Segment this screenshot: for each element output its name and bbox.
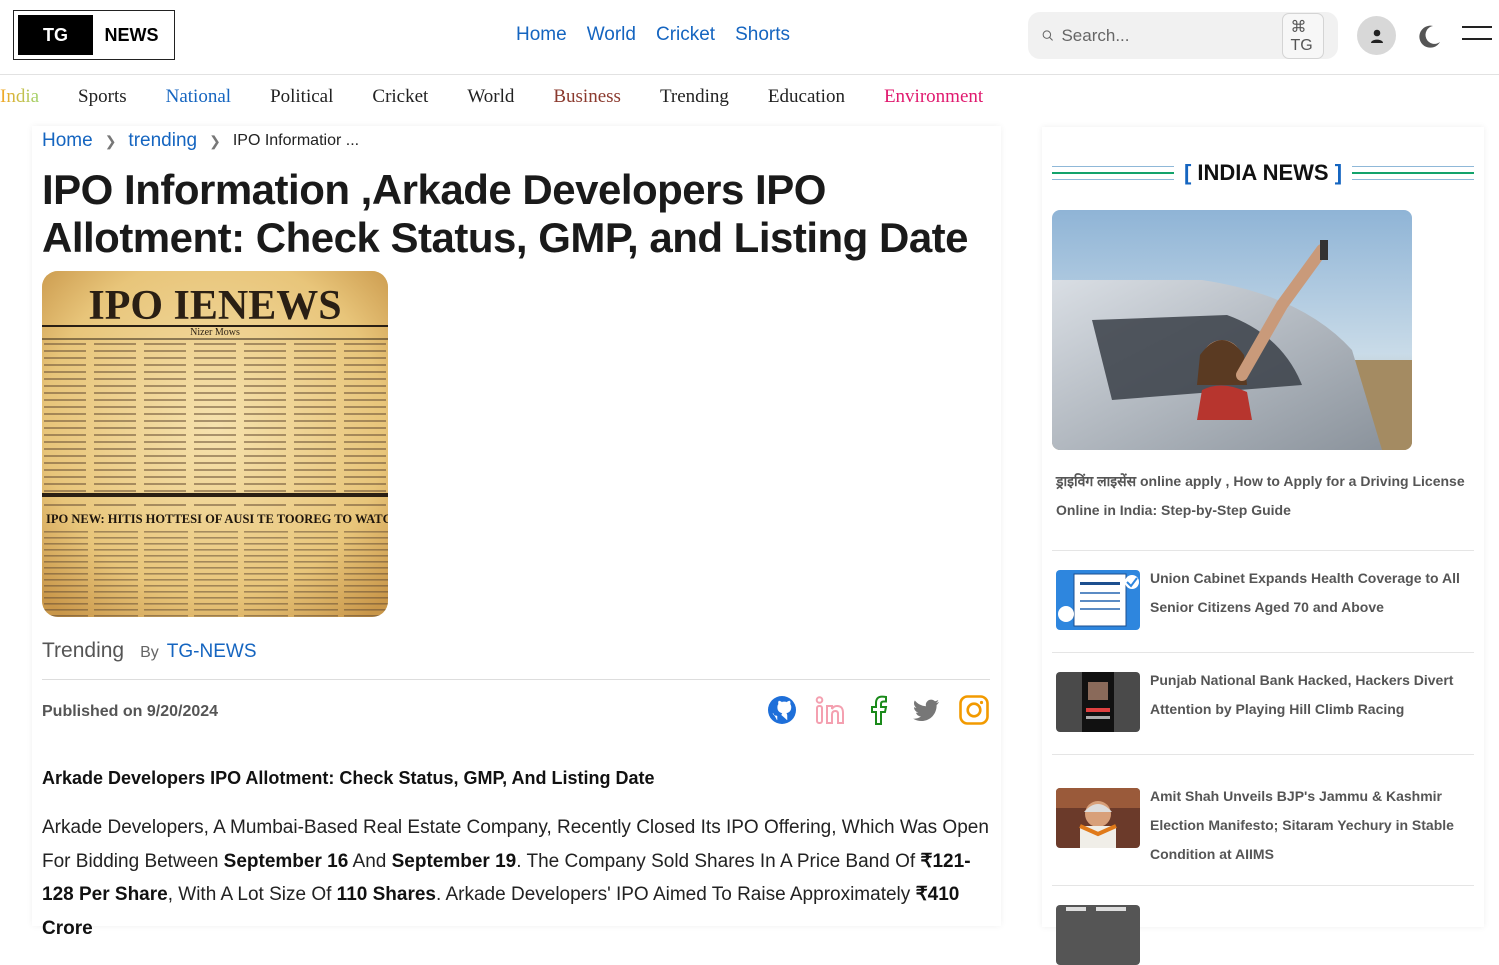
hero-headline: IPO IENEWS — [88, 283, 341, 329]
article-category: Trending — [42, 639, 125, 662]
article-body-paragraph: Arkade Developers, A Mumbai-Based Real E… — [42, 811, 997, 945]
featured-story-image[interactable] — [1052, 210, 1412, 450]
linkedin-icon[interactable] — [814, 694, 846, 726]
article-main: Home ❯ trending ❯ IPO Informatior ... IP… — [32, 126, 1001, 939]
body-bold-segment: September 19 — [391, 850, 517, 872]
story-thumbnail — [1056, 570, 1140, 630]
category-nav: India Sports National Political Cricket … — [0, 86, 1022, 108]
breadcrumb: Home ❯ trending ❯ IPO Informatior ... — [42, 130, 359, 152]
logo-news: NEWS — [104, 24, 159, 45]
site-logo[interactable]: TG NEWS — [13, 10, 175, 60]
list-item[interactable]: Amit Shah Unveils BJP's Jammu & Kashmir … — [1056, 788, 1474, 869]
search-icon — [1042, 30, 1053, 41]
category-business[interactable]: Business — [553, 86, 621, 108]
article-hero-image: IPO IENEWS Nizer Mows IPO NEW: HITIS HOT… — [42, 271, 388, 617]
category-world[interactable]: World — [467, 86, 514, 108]
chevron-right-icon: ❯ — [104, 132, 117, 149]
sidebar-heading: [ INDIA NEWS ] — [1052, 157, 1474, 189]
category-cricket[interactable]: Cricket — [372, 86, 428, 108]
divider — [1052, 754, 1474, 755]
newspaper-illustration: IPO IENEWS Nizer Mows IPO NEW: HITIS HOT… — [42, 271, 388, 617]
breadcrumb-section[interactable]: trending — [128, 130, 197, 152]
category-sports[interactable]: Sports — [78, 86, 127, 108]
breadcrumb-home[interactable]: Home — [42, 130, 93, 152]
github-icon[interactable] — [766, 694, 798, 726]
story-thumbnail — [1056, 788, 1140, 848]
story-thumbnail — [1056, 672, 1140, 732]
body-text-segment: . The Company Sold Shares In A Price Ban… — [516, 850, 921, 872]
user-icon — [1370, 29, 1383, 43]
nav-world[interactable]: World — [587, 24, 636, 46]
instagram-icon[interactable] — [958, 694, 990, 726]
category-political[interactable]: Political — [270, 86, 333, 108]
story-thumbnail — [1056, 905, 1140, 965]
list-item[interactable] — [1056, 905, 1474, 965]
site-header: TG NEWS Home World Cricket Shorts ⌘ TG — [0, 0, 1499, 75]
body-text-segment: . Arkade Developers' IPO Aimed To Raise … — [435, 884, 916, 905]
dark-mode-toggle[interactable] — [1415, 22, 1443, 50]
search-shortcut-badge: ⌘ TG — [1282, 12, 1324, 59]
article-title: IPO Information ,Arkade Developers IPO A… — [42, 166, 969, 261]
article-meta: Trending By TG-NEWS — [42, 639, 257, 663]
divider — [1052, 550, 1474, 551]
sidebar-title-text: INDIA NEWS — [1197, 160, 1329, 185]
hamburger-menu-button[interactable] — [1462, 26, 1492, 44]
search-input[interactable] — [1061, 25, 1283, 46]
nav-cricket[interactable]: Cricket — [656, 24, 715, 46]
story-title: Punjab National Bank Hacked, Hackers Div… — [1150, 672, 1454, 717]
by-label: By — [140, 644, 159, 661]
sidebar-title: [ INDIA NEWS ] — [1174, 160, 1352, 186]
social-share-bar — [766, 694, 990, 726]
hero-subheadline: IPO NEW: HITIS HOTTESI OF AUSI TE TOOREG… — [46, 512, 388, 526]
heading-decoration — [1052, 166, 1174, 180]
top-nav: Home World Cricket Shorts — [516, 24, 790, 46]
story-title: Amit Shah Unveils BJP's Jammu & Kashmir … — [1150, 788, 1454, 862]
published-date: Published on 9/20/2024 — [42, 703, 219, 720]
bracket-open: [ — [1183, 160, 1192, 185]
category-education[interactable]: Education — [768, 86, 845, 108]
user-account-button[interactable] — [1357, 16, 1396, 55]
bracket-close: ] — [1334, 160, 1343, 185]
author-link[interactable]: TG-NEWS — [167, 641, 257, 663]
body-bold-segment: September 16 — [223, 850, 349, 872]
body-bold-segment: 110 Shares — [336, 884, 436, 905]
sidebar: [ INDIA NEWS ] ड्राइविंग लाइसेंस online … — [1042, 127, 1484, 965]
svg-text:Nizer Mows: Nizer Mows — [190, 327, 240, 338]
menu-line-icon — [1462, 26, 1492, 28]
category-national[interactable]: National — [166, 86, 231, 108]
category-trending[interactable]: Trending — [660, 86, 729, 108]
divider — [42, 679, 990, 680]
story-title: Union Cabinet Expands Health Coverage to… — [1150, 570, 1460, 615]
category-environment[interactable]: Environment — [884, 86, 983, 108]
featured-story-title[interactable]: ड्राइविंग लाइसेंस online apply , How to … — [1056, 467, 1474, 525]
category-india[interactable]: India — [0, 86, 39, 108]
body-text-segment: And — [348, 850, 392, 872]
facebook-icon[interactable] — [862, 694, 894, 726]
nav-home[interactable]: Home — [516, 24, 567, 46]
list-item[interactable]: Union Cabinet Expands Health Coverage to… — [1056, 570, 1474, 630]
moon-icon — [1419, 25, 1440, 48]
chevron-right-icon: ❯ — [209, 132, 221, 149]
search-box[interactable]: ⌘ TG — [1028, 12, 1338, 59]
heading-decoration — [1352, 166, 1474, 180]
nav-shorts[interactable]: Shorts — [735, 24, 790, 46]
menu-line-icon — [1462, 38, 1492, 40]
article-subheading: Arkade Developers IPO Allotment: Check S… — [42, 768, 655, 788]
breadcrumb-current: IPO Informatior ... — [232, 132, 360, 149]
divider — [1052, 652, 1474, 653]
twitter-icon[interactable] — [910, 694, 942, 726]
divider — [1052, 885, 1474, 886]
logo-tg: TG — [18, 15, 93, 55]
list-item[interactable]: Punjab National Bank Hacked, Hackers Div… — [1056, 672, 1474, 732]
body-text-segment: , With A Lot Size Of — [167, 884, 337, 905]
